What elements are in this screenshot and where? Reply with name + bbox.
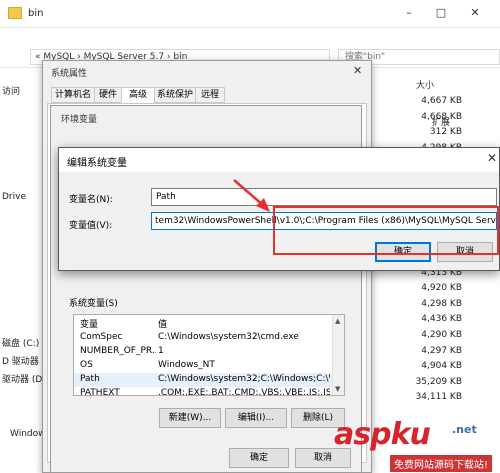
variable-name: ComSpec	[80, 332, 123, 342]
file-size-cell: 4,667 KB	[421, 96, 462, 106]
variable-value: 1	[158, 346, 164, 356]
watermark-logo: aspku	[334, 417, 431, 452]
edit-variable-button[interactable]: 编辑(I)...	[225, 408, 287, 428]
variable-value-label: 变量值(V):	[69, 221, 113, 231]
file-size-cell: 35,209 KB	[415, 376, 462, 387]
close-icon[interactable]: ✕	[468, 6, 482, 20]
ok-button[interactable]: 确定	[229, 448, 289, 468]
file-size-cell: 4,436 KB	[421, 314, 462, 325]
variable-name: OS	[80, 360, 93, 370]
column-header-variable[interactable]: 变量	[80, 317, 98, 330]
sidebar-item[interactable]	[2, 264, 42, 278]
sidebar-item[interactable]	[2, 174, 42, 188]
tab-computer-name[interactable]: 计算机名	[51, 87, 95, 103]
variable-name: NUMBER_OF_PR...	[80, 346, 156, 356]
file-list-size-column: 大小 4,667 KB4,668 KB312 KB4,298 KB4,313 K…	[400, 70, 500, 473]
table-row[interactable]: ComSpec C:\Windows\system32\cmd.exe	[74, 331, 332, 345]
navigation-pane: 访问 Drive 磁盘 (C:) D 驱动器 (D: 驱动器 (D:	[0, 70, 42, 473]
tab-system-protection[interactable]: 系统保护	[154, 87, 196, 103]
file-size-cell: 4,297 KB	[421, 345, 462, 356]
system-properties-title: 系统属性	[51, 69, 88, 79]
file-size-cell: 4,920 KB	[421, 283, 462, 294]
table-scrollbar[interactable]: ▲ ▼	[332, 315, 344, 395]
table-row[interactable]: PATHEXT .COM;.EXE;.BAT;.CMD;.VBS;.VBE;.J…	[74, 387, 332, 396]
file-size-cell: 4,298 KB	[421, 298, 462, 309]
sidebar-item[interactable]	[2, 282, 42, 296]
sidebar-item[interactable]	[2, 102, 42, 116]
watermark-subtitle: 免费网站源码下载站!	[390, 455, 493, 472]
highlight-box	[273, 206, 499, 255]
variable-value: C:\Windows\system32\cmd.exe	[158, 332, 299, 342]
sidebar-item[interactable]	[2, 318, 42, 332]
new-variable-button[interactable]: 新建(W)...	[159, 408, 221, 428]
watermark: aspku .net 免费网站源码下载站!	[330, 415, 500, 473]
sidebar-item[interactable]	[2, 138, 42, 152]
minimize-icon[interactable]: –	[402, 6, 416, 20]
environment-variables-title: 环境变量	[61, 115, 98, 125]
variable-value: .COM;.EXE;.BAT;.CMD;.VBS;.VBE;.JS;.JSE;.…	[158, 388, 330, 396]
sidebar-item[interactable]	[2, 210, 42, 224]
file-type-text: 扩展	[432, 118, 451, 128]
sidebar-item[interactable]: 磁盘 (C:)	[2, 336, 42, 350]
arrow-annotation-icon	[233, 179, 270, 212]
scroll-down-icon[interactable]: ▼	[335, 385, 340, 393]
variable-name-label: 变量名(N):	[69, 195, 113, 205]
folder-icon	[8, 7, 22, 19]
column-header-size[interactable]: 大小	[416, 78, 434, 91]
table-row[interactable]: OS Windows_NT	[74, 359, 332, 373]
tab-hardware[interactable]: 硬件	[94, 87, 122, 103]
system-variables-table[interactable]: 变量 值 ComSpec C:\Windows\system32\cmd.exe…	[73, 314, 345, 396]
sidebar-item[interactable]	[2, 246, 42, 260]
explorer-title: bin	[28, 8, 44, 19]
watermark-domain: .net	[452, 423, 477, 436]
sidebar-item[interactable]	[2, 156, 42, 170]
windows-folder-label[interactable]: Window	[10, 429, 46, 439]
file-size-cell: 4,904 KB	[421, 361, 462, 372]
variable-name-input[interactable]: Path	[151, 188, 497, 206]
sidebar-item[interactable]: D 驱动器 (D:	[2, 354, 42, 368]
column-header-value[interactable]: 值	[158, 317, 167, 330]
sidebar-item[interactable]	[2, 228, 42, 242]
tab-advanced[interactable]: 高级	[121, 87, 155, 103]
sidebar-item[interactable]: 访问	[2, 84, 42, 98]
file-size-cell: 4,290 KB	[421, 330, 462, 340]
maximize-icon[interactable]: □	[434, 6, 448, 20]
sidebar-item[interactable]: Drive	[2, 192, 42, 206]
close-icon[interactable]: ✕	[353, 64, 362, 77]
file-size-cell: 4,668 KB	[421, 111, 462, 122]
table-row-selected[interactable]: Path C:\Windows\system32;C:\Windows;C:\W…	[74, 373, 332, 387]
sidebar-item[interactable]: 驱动器 (D:	[2, 372, 42, 386]
file-size-cell: 34,111 KB	[415, 392, 462, 403]
explorer-bottom-item: Window	[0, 425, 46, 473]
scroll-up-icon[interactable]: ▲	[335, 317, 340, 325]
sidebar-item[interactable]	[2, 300, 42, 314]
sidebar-item[interactable]	[2, 120, 42, 134]
variable-name: PATHEXT	[80, 388, 120, 396]
explorer-titlebar: bin – □ ✕	[0, 0, 500, 28]
file-size-cell: 312 KB	[429, 127, 462, 138]
variable-value: Windows_NT	[158, 360, 215, 370]
table-row[interactable]: NUMBER_OF_PR... 1	[74, 345, 332, 359]
edit-dialog-title: 编辑系统变量	[67, 158, 127, 169]
variable-name: Path	[80, 374, 100, 384]
tab-remote[interactable]: 远程	[195, 87, 225, 103]
close-icon[interactable]: ✕	[487, 151, 497, 165]
variable-value: C:\Windows\system32;C:\Windows;C:\Wi...	[158, 374, 330, 384]
system-variables-label: 系统变量(S)	[69, 299, 118, 309]
